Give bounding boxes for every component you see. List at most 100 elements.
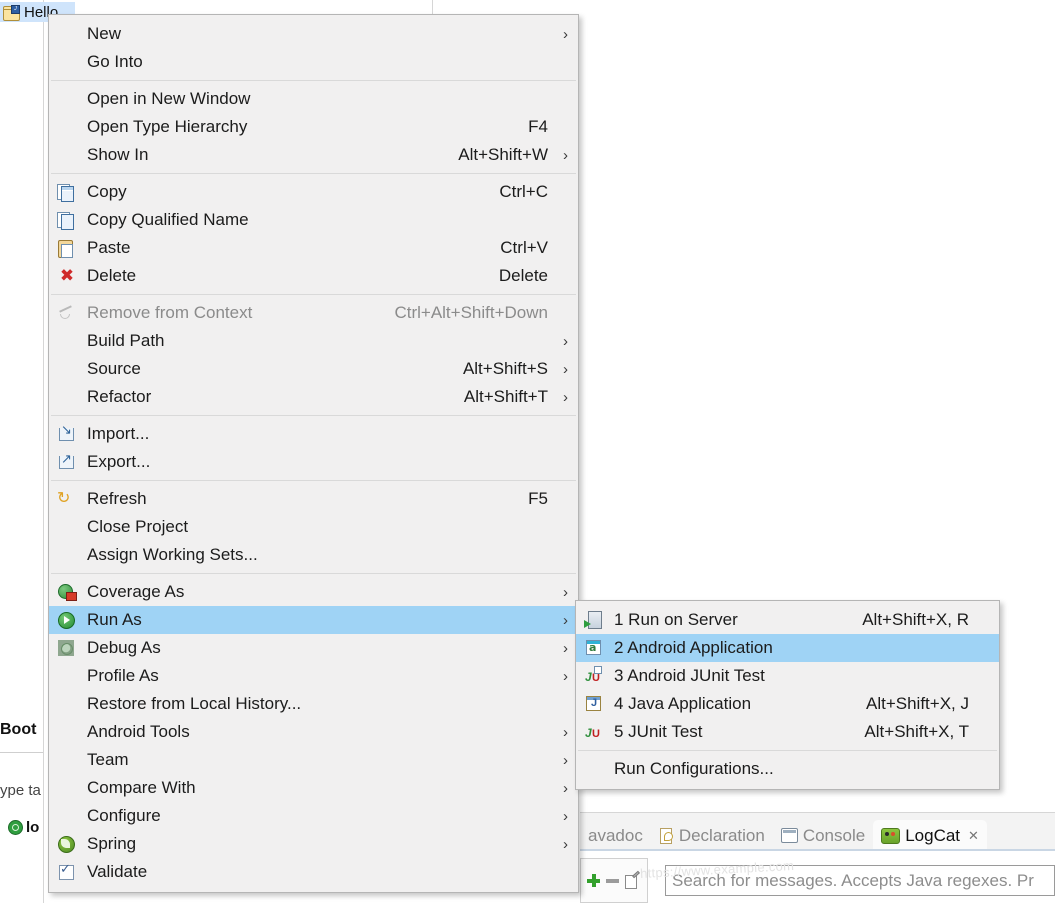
view-tab-row: avadoc Declaration Console LogCat ✕ bbox=[580, 812, 1055, 851]
run-as-submenu: 1 Run on ServerAlt+Shift+X, R›2 Android … bbox=[575, 600, 1000, 790]
menu-item-configure[interactable]: Configure › bbox=[49, 802, 578, 830]
menu-item-new[interactable]: New › bbox=[49, 20, 578, 48]
menu-item-source[interactable]: Source Alt+Shift+S › bbox=[49, 355, 578, 383]
no-icon-spacer bbox=[57, 25, 77, 43]
menu-item-refresh[interactable]: ↻RefreshF5› bbox=[49, 485, 578, 513]
menu-separator bbox=[51, 173, 576, 174]
menu-item-android-tools[interactable]: Android Tools › bbox=[49, 718, 578, 746]
run-as-item-1-run-on-server[interactable]: 1 Run on ServerAlt+Shift+X, R› bbox=[576, 606, 999, 634]
menu-item-label: Restore from Local History... bbox=[87, 694, 302, 713]
menu-item-coverage-as[interactable]: Coverage As › bbox=[49, 578, 578, 606]
menu-item-compare-with[interactable]: Compare With › bbox=[49, 774, 578, 802]
menu-item-label: Open in New Window bbox=[87, 89, 251, 108]
menu-item-accelerator: Alt+Shift+S bbox=[462, 359, 548, 378]
menu-item-label: Profile As bbox=[87, 666, 159, 685]
boot-label-fragment: Boot bbox=[0, 716, 43, 744]
tab-javadoc[interactable]: avadoc bbox=[580, 820, 651, 851]
menu-item-accelerator: Alt+Shift+X, J bbox=[866, 694, 969, 713]
no-icon-spacer bbox=[57, 751, 77, 769]
menu-item-import[interactable]: Import...› bbox=[49, 420, 578, 448]
menu-item-label: Validate bbox=[87, 862, 148, 881]
menu-item-run-as[interactable]: Run As › bbox=[49, 606, 578, 634]
coverage-icon bbox=[57, 583, 77, 601]
menu-item-assign-working-sets[interactable]: Assign Working Sets...› bbox=[49, 541, 578, 569]
menu-item-export[interactable]: Export...› bbox=[49, 448, 578, 476]
tab-declaration[interactable]: Declaration bbox=[651, 820, 773, 851]
run-as-item-3-android-junit-test[interactable]: JU3 Android JUnit Test› bbox=[576, 662, 999, 690]
menu-item-paste[interactable]: PasteCtrl+V› bbox=[49, 234, 578, 262]
menu-item-build-path[interactable]: Build Path › bbox=[49, 327, 578, 355]
tab-console[interactable]: Console bbox=[773, 820, 873, 851]
no-icon-spacer bbox=[57, 723, 77, 741]
menu-item-debug-as[interactable]: Debug As › bbox=[49, 634, 578, 662]
menu-item-remove-from-context: Remove from ContextCtrl+Alt+Shift+Down› bbox=[49, 299, 578, 327]
no-icon-spacer bbox=[57, 695, 77, 713]
menu-item-label: Refresh bbox=[87, 489, 147, 508]
menu-item-label: Close Project bbox=[87, 517, 189, 536]
run-as-item-5-junit-test[interactable]: JU5 JUnit TestAlt+Shift+X, T› bbox=[576, 718, 999, 746]
copy-qualified-name-icon bbox=[57, 211, 77, 230]
menu-item-copy[interactable]: CopyCtrl+C› bbox=[49, 178, 578, 206]
menu-item-label: Paste bbox=[87, 238, 131, 257]
menu-separator bbox=[51, 294, 576, 295]
debug-icon bbox=[57, 639, 77, 657]
menu-item-label: Delete bbox=[87, 266, 137, 285]
menu-item-restore-from-local-history[interactable]: Restore from Local History...› bbox=[49, 690, 578, 718]
menu-item-refactor[interactable]: Refactor Alt+Shift+T › bbox=[49, 383, 578, 411]
menu-item-label: Team bbox=[87, 750, 129, 769]
declaration-icon bbox=[659, 828, 674, 844]
run-as-item-2-android-application[interactable]: 2 Android Application› bbox=[576, 634, 999, 662]
menu-item-show-in[interactable]: Show In Alt+Shift+W › bbox=[49, 141, 578, 169]
menu-item-label: Build Path bbox=[87, 331, 165, 350]
console-entry-label: lo bbox=[26, 818, 40, 836]
menu-item-profile-as[interactable]: Profile As › bbox=[49, 662, 578, 690]
java-project-folder-icon: J bbox=[3, 4, 20, 21]
menu-item-copy-qualified-name[interactable]: Copy Qualified Name› bbox=[49, 206, 578, 234]
run-as-item-run-configurations[interactable]: Run Configurations...› bbox=[576, 755, 999, 783]
menu-item-validate[interactable]: Validate› bbox=[49, 858, 578, 886]
menu-item-label: Import... bbox=[87, 424, 150, 443]
menu-item-accelerator: F4 bbox=[528, 117, 548, 136]
remove-from-context-icon bbox=[57, 304, 77, 322]
no-icon-spacer bbox=[57, 53, 77, 71]
menu-item-label: Compare With bbox=[87, 778, 196, 797]
import-icon bbox=[57, 422, 77, 443]
view-tab-label: LogCat bbox=[905, 825, 961, 845]
console-entry-fragment: lo bbox=[8, 816, 53, 838]
view-tab-label: avadoc bbox=[588, 825, 643, 845]
menu-item-accelerator: Alt+Shift+T bbox=[463, 387, 548, 406]
plus-icon[interactable] bbox=[587, 874, 600, 887]
menu-item-go-into[interactable]: Go Into› bbox=[49, 48, 578, 76]
edit-document-icon[interactable] bbox=[625, 874, 639, 889]
menu-item-label: Run Configurations... bbox=[614, 759, 774, 778]
menu-item-label: 5 JUnit Test bbox=[614, 722, 703, 741]
minus-icon[interactable] bbox=[606, 878, 619, 883]
menu-item-team[interactable]: Team › bbox=[49, 746, 578, 774]
chevron-right-icon: › bbox=[563, 360, 568, 378]
menu-item-label: 2 Android Application bbox=[614, 638, 773, 657]
run-as-item-4-java-application[interactable]: 4 Java ApplicationAlt+Shift+X, J› bbox=[576, 690, 999, 718]
menu-item-delete[interactable]: ✖DeleteDelete› bbox=[49, 262, 578, 290]
menu-item-close-project[interactable]: Close Project› bbox=[49, 513, 578, 541]
no-icon-spacer bbox=[57, 518, 77, 536]
logcat-icon bbox=[881, 827, 901, 844]
android-junit-icon: JU bbox=[584, 666, 604, 685]
menu-item-label: Assign Working Sets... bbox=[87, 545, 258, 564]
menu-separator bbox=[578, 750, 997, 751]
type-filter-fragment: ype ta bbox=[0, 781, 41, 799]
java-application-icon bbox=[584, 695, 604, 713]
menu-item-accelerator: Alt+Shift+X, R bbox=[862, 610, 969, 629]
menu-separator bbox=[51, 573, 576, 574]
menu-item-spring[interactable]: Spring › bbox=[49, 830, 578, 858]
logcat-filter-toolbar bbox=[580, 858, 648, 903]
logcat-search-input[interactable]: Search for messages. Accepts Java regexe… bbox=[665, 865, 1055, 896]
chevron-right-icon: › bbox=[563, 611, 568, 629]
close-icon[interactable]: ✕ bbox=[968, 828, 979, 844]
checkbox-checked-icon bbox=[57, 861, 77, 881]
menu-item-open-in-new-window[interactable]: Open in New Window› bbox=[49, 85, 578, 113]
menu-item-open-type-hierarchy[interactable]: Open Type HierarchyF4› bbox=[49, 113, 578, 141]
tab-logcat[interactable]: LogCat ✕ bbox=[873, 820, 987, 851]
run-icon bbox=[57, 611, 77, 629]
green-circle-icon bbox=[8, 819, 23, 835]
no-icon-spacer bbox=[57, 779, 77, 797]
